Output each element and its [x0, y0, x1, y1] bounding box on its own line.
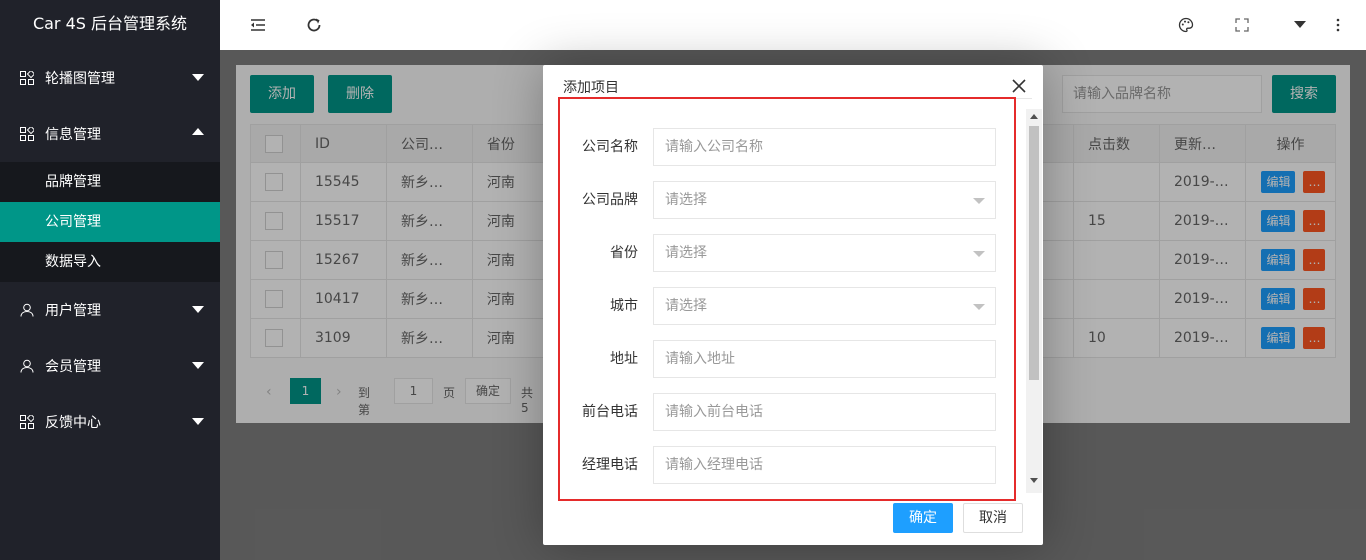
fullscreen-icon[interactable]: [1234, 17, 1250, 33]
sidebar-item-label: 轮播图管理: [45, 71, 115, 87]
dialog-title: 添加项目: [563, 80, 619, 96]
sidebar-item-label: 信息管理: [45, 127, 101, 143]
chevron-down-icon: [192, 362, 204, 369]
user-icon: [20, 359, 34, 373]
sidebar-item-feedback[interactable]: 反馈中心: [0, 394, 220, 450]
grid-icon: [20, 127, 34, 141]
app-title: Car 4S 后台管理系统: [0, 0, 220, 50]
sidebar-subitem-brand[interactable]: 品牌管理: [0, 162, 220, 202]
scroll-up-icon[interactable]: [1030, 114, 1038, 119]
user-icon: [20, 303, 34, 317]
refresh-icon[interactable]: [306, 17, 322, 33]
grid-icon: [20, 71, 34, 85]
scroll-down-icon[interactable]: [1030, 478, 1038, 483]
sidebar-item-carousel[interactable]: 轮播图管理: [0, 50, 220, 106]
dialog-cancel-button[interactable]: 取消: [963, 503, 1023, 533]
sidebar-item-members[interactable]: 会员管理: [0, 338, 220, 394]
more-vertical-icon[interactable]: [1330, 17, 1346, 33]
chevron-down-icon: [192, 74, 204, 81]
sidebar-item-users[interactable]: 用户管理: [0, 282, 220, 338]
sidebar-subitem-import[interactable]: 数据导入: [0, 242, 220, 282]
sidebar-item-label: 用户管理: [45, 303, 101, 319]
grid-icon: [20, 415, 34, 429]
chevron-down-icon: [192, 418, 204, 425]
dialog-scrollbar[interactable]: [1026, 109, 1042, 493]
scrollbar-thumb[interactable]: [1029, 126, 1039, 380]
chevron-down-icon: [192, 306, 204, 313]
sidebar-submenu: 品牌管理 公司管理 数据导入: [0, 162, 220, 282]
highlight-box: [558, 97, 1016, 501]
close-icon[interactable]: [1011, 78, 1027, 94]
dialog-ok-button[interactable]: 确定: [893, 503, 953, 533]
chevron-up-icon: [192, 128, 204, 135]
user-dropdown-icon[interactable]: [1294, 21, 1306, 28]
sidebar: Car 4S 后台管理系统 轮播图管理 信息管理 品牌管理 公司管理 数据导入 …: [0, 0, 220, 560]
top-header: [220, 0, 1366, 50]
sidebar-subitem-company[interactable]: 公司管理: [0, 202, 220, 242]
sidebar-item-label: 反馈中心: [45, 415, 101, 431]
sidebar-item-info[interactable]: 信息管理: [0, 106, 220, 162]
theme-palette-icon[interactable]: [1178, 17, 1194, 33]
menu-fold-icon[interactable]: [250, 17, 266, 33]
sidebar-item-label: 会员管理: [45, 359, 101, 375]
